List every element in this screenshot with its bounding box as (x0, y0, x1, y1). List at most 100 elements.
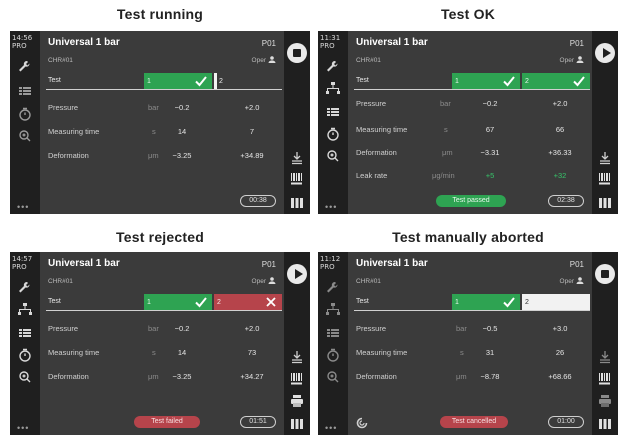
list-icon[interactable] (16, 326, 34, 340)
barcode-icon[interactable] (289, 172, 305, 186)
test-row: Test 1 2 (46, 294, 282, 311)
operator-label: Oper (560, 56, 584, 64)
list-icon[interactable] (324, 105, 342, 119)
stop-icon (293, 49, 301, 57)
play-button[interactable] (595, 43, 615, 63)
checkmark-icon (502, 74, 516, 88)
barcode-icon[interactable] (597, 372, 613, 386)
screen-test-ok: 11:31 PRO ••• Universal 1 bar P01 CHR#01 … (318, 31, 618, 214)
test-step-1-passed: 1 (452, 73, 520, 90)
user-icon (576, 277, 584, 284)
play-icon (603, 48, 611, 58)
measuring-time-row: Measuring time s 14 7 (48, 127, 255, 136)
more-icon[interactable]: ••• (17, 203, 29, 212)
stop-button[interactable] (595, 264, 615, 284)
cross-icon (264, 295, 278, 309)
play-button[interactable] (287, 264, 307, 284)
test-row: Test 1 2 (354, 73, 590, 90)
status-badge: Test cancelled (440, 416, 508, 428)
chr-label: CHR#01 (356, 278, 381, 285)
test-row: Test 1 2 (354, 294, 590, 311)
printer-icon[interactable] (289, 394, 305, 408)
network-icon[interactable] (16, 302, 34, 316)
chr-label: CHR#01 (48, 57, 73, 64)
pressure-row: Pressure bar −0.2 +2.0 (356, 99, 568, 108)
download-icon[interactable] (289, 350, 305, 364)
printer-icon[interactable] (597, 394, 613, 408)
main-area: Universal 1 bar P01 CHR#01 Oper Test 1 2… (348, 31, 592, 214)
zoom-icon[interactable] (324, 370, 342, 384)
download-icon[interactable] (289, 151, 305, 165)
zoom-icon[interactable] (16, 129, 34, 143)
screen-test-running: 14:56 PRO ••• Universal 1 bar P01 CHR#01 … (10, 31, 310, 214)
deformation-row: Deformation μm −8.78 +68.66 (356, 372, 572, 381)
checkmark-icon (572, 74, 586, 88)
network-icon[interactable] (324, 302, 342, 316)
barcode-icon[interactable] (597, 172, 613, 186)
deformation-row: Deformation μm −3.25 +34.89 (48, 151, 264, 160)
wrench-icon[interactable] (16, 59, 34, 73)
timer-icon[interactable] (324, 348, 342, 362)
more-icon[interactable]: ••• (17, 424, 29, 433)
test-row: Test 1 2 (46, 73, 282, 90)
wrench-icon[interactable] (324, 59, 342, 73)
caption-test-running: Test running (116, 6, 204, 22)
network-icon[interactable] (324, 81, 342, 95)
columns-icon[interactable] (597, 196, 613, 210)
right-sidebar (592, 252, 618, 435)
elapsed-timer: 01:00 (548, 416, 584, 428)
test-step-2-number: 2 (219, 78, 223, 85)
left-sidebar: 14:56 PRO ••• (10, 31, 40, 214)
list-icon[interactable] (16, 84, 34, 98)
timer-icon[interactable] (16, 107, 34, 121)
leak-rate-row: Leak rate μg/min +5 +32 (356, 171, 567, 180)
stop-button[interactable] (287, 43, 307, 63)
measuring-time-row: Measuring time s 67 66 (356, 125, 565, 134)
operator-label: Oper (252, 56, 276, 64)
wrench-icon[interactable] (324, 280, 342, 294)
zoom-icon[interactable] (16, 370, 34, 384)
main-area: Universal 1 bar P01 CHR#01 Oper Test 1 2… (348, 252, 592, 435)
columns-icon[interactable] (597, 417, 613, 431)
columns-icon[interactable] (289, 196, 305, 210)
program-number: P01 (569, 39, 584, 48)
more-icon[interactable]: ••• (325, 424, 337, 433)
left-sidebar: 11:12 PRO ••• (318, 252, 348, 435)
measuring-time-row: Measuring time s 31 26 (356, 348, 565, 357)
clock: 11:31 PRO (320, 34, 341, 50)
test-label: Test (356, 77, 369, 84)
left-sidebar: 11:31 PRO ••• (318, 31, 348, 214)
pressure-row: Pressure bar −0.5 +3.0 (356, 324, 568, 333)
list-icon[interactable] (324, 326, 342, 340)
zoom-icon[interactable] (324, 149, 342, 163)
test-step-2-progress (214, 73, 217, 90)
pressure-row: Pressure bar −0.2 +2.0 (48, 324, 260, 333)
measuring-time-row: Measuring time s 14 73 (48, 348, 257, 357)
caption-test-aborted: Test manually aborted (392, 229, 544, 245)
test-row-divider (354, 310, 590, 311)
timer-icon[interactable] (16, 348, 34, 362)
program-title: Universal 1 bar (48, 37, 120, 48)
main-area: Universal 1 bar P01 CHR#01 Oper Test 1 2… (40, 252, 284, 435)
download-icon[interactable] (597, 151, 613, 165)
download-icon[interactable] (597, 350, 613, 364)
test-step-1-passed: 1 (452, 294, 520, 311)
deformation-row: Deformation μm −3.31 +36.33 (356, 148, 572, 157)
clock: 14:56 PRO (12, 34, 33, 50)
timer-icon[interactable] (324, 127, 342, 141)
columns-icon[interactable] (289, 417, 305, 431)
test-step-1-passed: 1 (144, 294, 212, 311)
user-icon (268, 56, 276, 63)
screen-test-rejected: 14:57 PRO ••• Universal 1 bar P01 CHR#01 … (10, 252, 310, 435)
main-area: Universal 1 bar P01 CHR#01 Oper Test 1 2… (40, 31, 284, 214)
user-icon (576, 56, 584, 63)
more-icon[interactable]: ••• (325, 203, 337, 212)
wrench-icon[interactable] (16, 280, 34, 294)
left-sidebar: 14:57 PRO ••• (10, 252, 40, 435)
pressure-row: Pressure bar −0.2 +2.0 (48, 103, 260, 112)
program-title: Universal 1 bar (356, 258, 428, 269)
barcode-icon[interactable] (289, 372, 305, 386)
stop-icon (601, 270, 609, 278)
spinner-icon (356, 416, 368, 429)
right-sidebar (592, 31, 618, 214)
